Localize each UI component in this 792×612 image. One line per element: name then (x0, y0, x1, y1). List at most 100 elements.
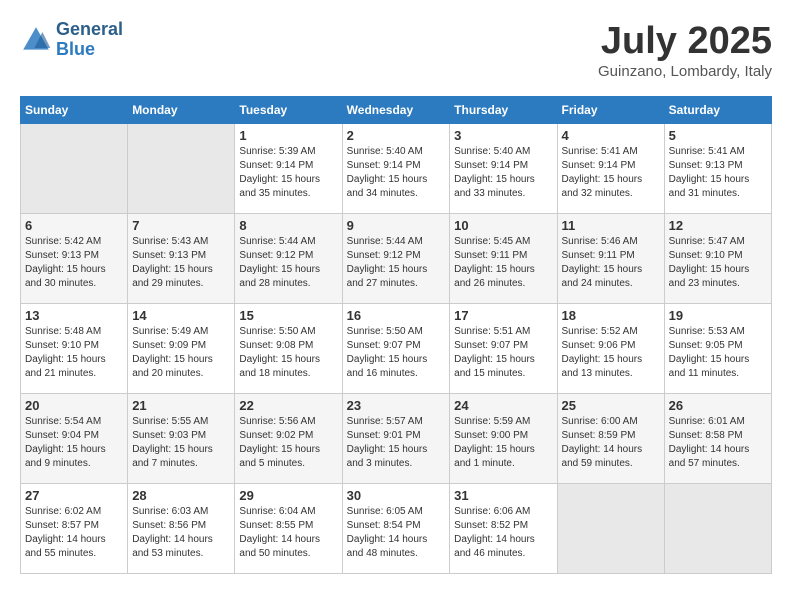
day-info: Sunrise: 5:56 AMSunset: 9:02 PMDaylight:… (239, 415, 337, 471)
calendar-cell (21, 124, 128, 214)
calendar-cell: 21 Sunrise: 5:55 AMSunset: 9:03 PMDayligh… (128, 394, 235, 484)
day-info: Sunrise: 5:49 AMSunset: 9:09 PMDaylight:… (132, 325, 230, 381)
calendar-week-row: 1 Sunrise: 5:39 AMSunset: 9:14 PMDaylight… (21, 124, 772, 214)
calendar-cell: 25 Sunrise: 6:00 AMSunset: 8:59 PMDayligh… (557, 394, 664, 484)
calendar-cell: 28Sunrise: 6:03 AMSunset: 8:56 PMDayligh… (128, 484, 235, 574)
weekday-header: Saturday (664, 97, 771, 124)
calendar-cell: 26 Sunrise: 6:01 AMSunset: 8:58 PMDayligh… (664, 394, 771, 484)
day-number: 10 (454, 218, 552, 233)
calendar-cell: 18 Sunrise: 5:52 AMSunset: 9:06 PMDayligh… (557, 304, 664, 394)
calendar-cell: 16Sunrise: 5:50 AMSunset: 9:07 PMDayligh… (342, 304, 450, 394)
day-number: 20 (25, 398, 123, 413)
weekday-header: Monday (128, 97, 235, 124)
day-number: 21 (132, 398, 230, 413)
day-info: Sunrise: 5:54 AMSunset: 9:04 PMDaylight:… (25, 415, 123, 471)
calendar-cell: 4 Sunrise: 5:41 AMSunset: 9:14 PMDaylight… (557, 124, 664, 214)
page-header: General Blue July 2025 Guinzano, Lombard… (20, 20, 772, 80)
day-number: 12 (669, 218, 767, 233)
calendar-cell: 1 Sunrise: 5:39 AMSunset: 9:14 PMDaylight… (235, 124, 342, 214)
day-number: 19 (669, 308, 767, 323)
day-info: Sunrise: 5:43 AMSunset: 9:13 PMDaylight:… (132, 235, 230, 291)
day-number: 3 (454, 128, 552, 143)
weekday-header: Thursday (450, 97, 557, 124)
day-info: Sunrise: 6:01 AMSunset: 8:58 PMDaylight:… (669, 415, 767, 471)
weekday-header: Friday (557, 97, 664, 124)
calendar-cell: 19Sunrise: 5:53 AMSunset: 9:05 PMDayligh… (664, 304, 771, 394)
day-info: Sunrise: 6:04 AMSunset: 8:55 PMDaylight:… (239, 505, 337, 561)
day-info: Sunrise: 5:46 AMSunset: 9:11 PMDaylight:… (562, 235, 660, 291)
day-number: 11 (562, 218, 660, 233)
day-number: 1 (239, 128, 337, 143)
calendar-table: SundayMondayTuesdayWednesdayThursdayFrid… (20, 96, 772, 574)
day-number: 26 (669, 398, 767, 413)
day-number: 15 (239, 308, 337, 323)
day-number: 9 (347, 218, 446, 233)
day-number: 5 (669, 128, 767, 143)
month-title: July 2025 (598, 20, 772, 63)
logo-icon (20, 24, 52, 56)
day-number: 8 (239, 218, 337, 233)
calendar-cell: 2 Sunrise: 5:40 AMSunset: 9:14 PMDaylight… (342, 124, 450, 214)
logo-text-blue: Blue (56, 40, 123, 60)
weekday-header: Tuesday (235, 97, 342, 124)
day-info: Sunrise: 5:42 AMSunset: 9:13 PMDaylight:… (25, 235, 123, 291)
day-number: 25 (562, 398, 660, 413)
day-number: 29 (239, 488, 337, 503)
day-info: Sunrise: 6:06 AMSunset: 8:52 PMDaylight:… (454, 505, 552, 561)
calendar-cell: 15 Sunrise: 5:50 AMSunset: 9:08 PMDayligh… (235, 304, 342, 394)
day-info: Sunrise: 5:44 AMSunset: 9:12 PMDaylight:… (239, 235, 337, 291)
day-number: 31 (454, 488, 552, 503)
day-info: Sunrise: 5:40 AMSunset: 9:14 PMDaylight:… (454, 145, 552, 201)
day-number: 4 (562, 128, 660, 143)
calendar-cell: 14 Sunrise: 5:49 AMSunset: 9:09 PMDayligh… (128, 304, 235, 394)
calendar-cell: 7 Sunrise: 5:43 AMSunset: 9:13 PMDaylight… (128, 214, 235, 304)
calendar-week-row: 6Sunrise: 5:42 AMSunset: 9:13 PMDaylight… (21, 214, 772, 304)
calendar-cell: 22 Sunrise: 5:56 AMSunset: 9:02 PMDayligh… (235, 394, 342, 484)
calendar-week-row: 20 Sunrise: 5:54 AMSunset: 9:04 PMDayligh… (21, 394, 772, 484)
day-number: 7 (132, 218, 230, 233)
calendar-cell: 10Sunrise: 5:45 AMSunset: 9:11 PMDayligh… (450, 214, 557, 304)
calendar-cell: 9 Sunrise: 5:44 AMSunset: 9:12 PMDaylight… (342, 214, 450, 304)
calendar-cell: 13Sunrise: 5:48 AMSunset: 9:10 PMDayligh… (21, 304, 128, 394)
title-block: July 2025 Guinzano, Lombardy, Italy (598, 20, 772, 80)
calendar-week-row: 27Sunrise: 6:02 AMSunset: 8:57 PMDayligh… (21, 484, 772, 574)
calendar-cell: 29 Sunrise: 6:04 AMSunset: 8:55 PMDayligh… (235, 484, 342, 574)
calendar-body: 1 Sunrise: 5:39 AMSunset: 9:14 PMDaylight… (21, 124, 772, 574)
calendar-cell: 6Sunrise: 5:42 AMSunset: 9:13 PMDaylight… (21, 214, 128, 304)
calendar-cell: 5Sunrise: 5:41 AMSunset: 9:13 PMDaylight… (664, 124, 771, 214)
day-number: 28 (132, 488, 230, 503)
day-number: 27 (25, 488, 123, 503)
logo-text-general: General (56, 20, 123, 40)
day-info: Sunrise: 5:40 AMSunset: 9:14 PMDaylight:… (347, 145, 446, 201)
day-info: Sunrise: 5:57 AMSunset: 9:01 PMDaylight:… (347, 415, 446, 471)
day-info: Sunrise: 5:59 AMSunset: 9:00 PMDaylight:… (454, 415, 552, 471)
calendar-week-row: 13Sunrise: 5:48 AMSunset: 9:10 PMDayligh… (21, 304, 772, 394)
day-info: Sunrise: 5:55 AMSunset: 9:03 PMDaylight:… (132, 415, 230, 471)
calendar-cell: 31 Sunrise: 6:06 AMSunset: 8:52 PMDayligh… (450, 484, 557, 574)
day-info: Sunrise: 5:50 AMSunset: 9:08 PMDaylight:… (239, 325, 337, 381)
calendar-cell: 24 Sunrise: 5:59 AMSunset: 9:00 PMDayligh… (450, 394, 557, 484)
day-info: Sunrise: 5:44 AMSunset: 9:12 PMDaylight:… (347, 235, 446, 291)
calendar-cell: 3 Sunrise: 5:40 AMSunset: 9:14 PMDaylight… (450, 124, 557, 214)
day-number: 23 (347, 398, 446, 413)
day-info: Sunrise: 5:39 AMSunset: 9:14 PMDaylight:… (239, 145, 337, 201)
day-number: 17 (454, 308, 552, 323)
calendar-cell: 8 Sunrise: 5:44 AMSunset: 9:12 PMDaylight… (235, 214, 342, 304)
day-info: Sunrise: 5:41 AMSunset: 9:14 PMDaylight:… (562, 145, 660, 201)
day-number: 24 (454, 398, 552, 413)
day-info: Sunrise: 5:50 AMSunset: 9:07 PMDaylight:… (347, 325, 446, 381)
day-info: Sunrise: 5:52 AMSunset: 9:06 PMDaylight:… (562, 325, 660, 381)
day-info: Sunrise: 5:51 AMSunset: 9:07 PMDaylight:… (454, 325, 552, 381)
day-number: 22 (239, 398, 337, 413)
day-number: 14 (132, 308, 230, 323)
calendar-cell: 12Sunrise: 5:47 AMSunset: 9:10 PMDayligh… (664, 214, 771, 304)
day-info: Sunrise: 6:00 AMSunset: 8:59 PMDaylight:… (562, 415, 660, 471)
day-number: 2 (347, 128, 446, 143)
calendar-cell: 17 Sunrise: 5:51 AMSunset: 9:07 PMDayligh… (450, 304, 557, 394)
calendar-cell (557, 484, 664, 574)
day-number: 18 (562, 308, 660, 323)
calendar-cell (664, 484, 771, 574)
day-info: Sunrise: 6:05 AMSunset: 8:54 PMDaylight:… (347, 505, 446, 561)
calendar-cell (128, 124, 235, 214)
calendar-cell: 20 Sunrise: 5:54 AMSunset: 9:04 PMDayligh… (21, 394, 128, 484)
